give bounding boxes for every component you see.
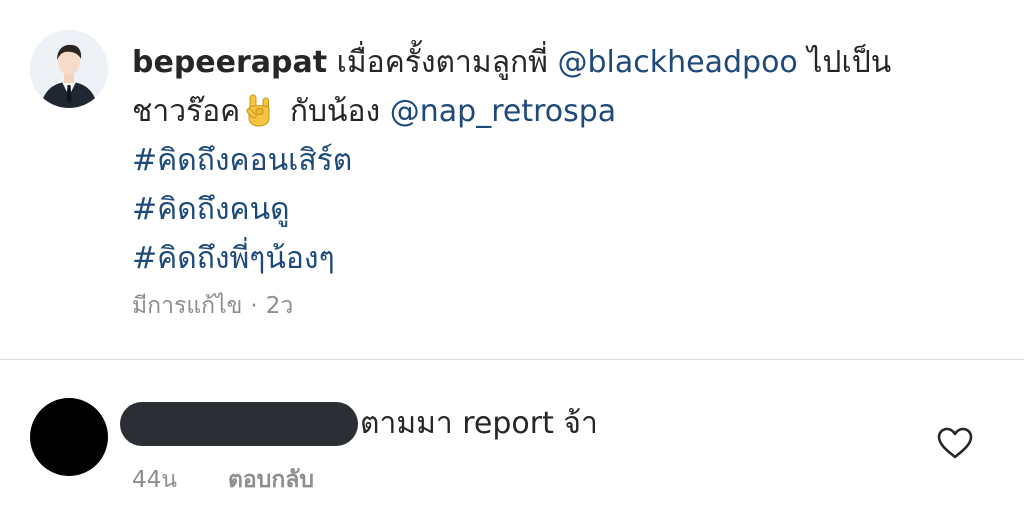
caption-text-segment: กับน้อง [289, 94, 381, 129]
commenter-avatar[interactable] [30, 398, 108, 476]
hashtag-link[interactable]: #คิดถึงคนดู [132, 185, 1002, 234]
comment-text: ตามมา report จ้า [360, 406, 598, 441]
hashtag-link[interactable]: #คิดถึงพี่ๆน้องๆ [132, 234, 1002, 283]
caption-text: bepeerapat เมื่อครั้งตามลูกพี่ @blackhea… [132, 38, 1002, 283]
rock-hand-emoji-icon [244, 93, 274, 127]
heart-outline-icon[interactable] [936, 426, 974, 460]
redacted-username [120, 402, 358, 446]
edited-label: มีการแก้ไข [132, 293, 243, 319]
comment-item: ตามมา report จ้า 44น ตอบกลับ [0, 360, 1024, 512]
caption-line-1: bepeerapat เมื่อครั้งตามลูกพี่ @blackhea… [132, 38, 1002, 87]
caption-text-segment: เมื่อครั้งตามลูกพี่ [336, 45, 548, 80]
hashtag-link[interactable]: #คิดถึงคอนเสิร์ต [132, 136, 1002, 185]
post-author-avatar[interactable] [30, 30, 108, 108]
post-meta: มีการแก้ไข · 2ว [132, 288, 293, 324]
comment-time: 44น [132, 467, 177, 493]
mention-link[interactable]: @nap_retrospa [390, 94, 616, 129]
reply-button[interactable]: ตอบกลับ [228, 462, 314, 498]
caption-text-segment: ชาวร๊อค [132, 94, 241, 129]
post-username[interactable]: bepeerapat [132, 45, 327, 80]
mention-link[interactable]: @blackheadpoo [558, 45, 798, 80]
post-caption: bepeerapat เมื่อครั้งตามลูกพี่ @blackhea… [30, 26, 1010, 326]
meta-separator: · [250, 293, 258, 319]
profile-photo [30, 30, 108, 108]
caption-line-2: ชาวร๊อค กับน้อง @nap_retrospa [132, 87, 1002, 136]
caption-text-segment: ไปเป็น [807, 45, 892, 80]
post-time: 2ว [265, 293, 294, 319]
